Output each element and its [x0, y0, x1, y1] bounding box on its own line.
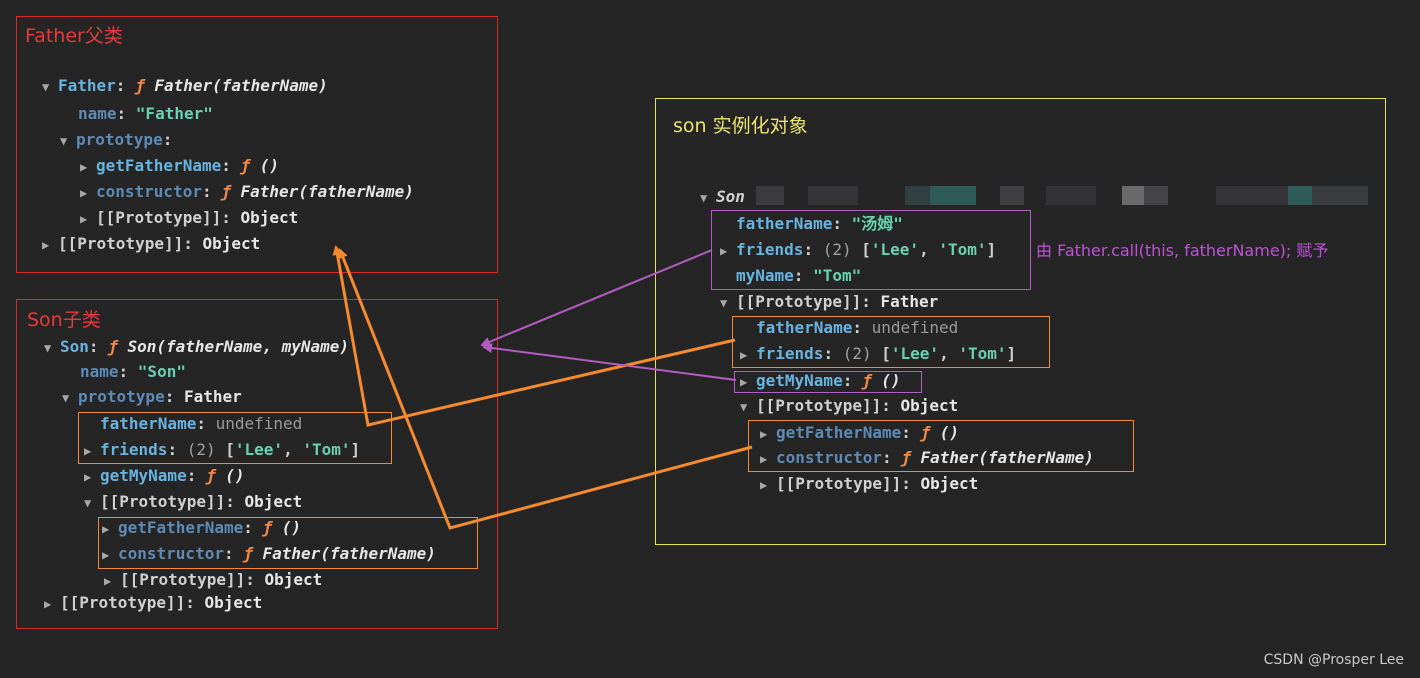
- connector-arrows: [332, 245, 753, 530]
- orange-arrow-props: [332, 245, 736, 427]
- purple-arrow-own-props: [480, 249, 713, 347]
- purple-arrow-getmyname: [482, 343, 737, 381]
- orange-arrow-proto: [338, 248, 753, 530]
- watermark: CSDN @Prosper Lee: [1263, 652, 1404, 668]
